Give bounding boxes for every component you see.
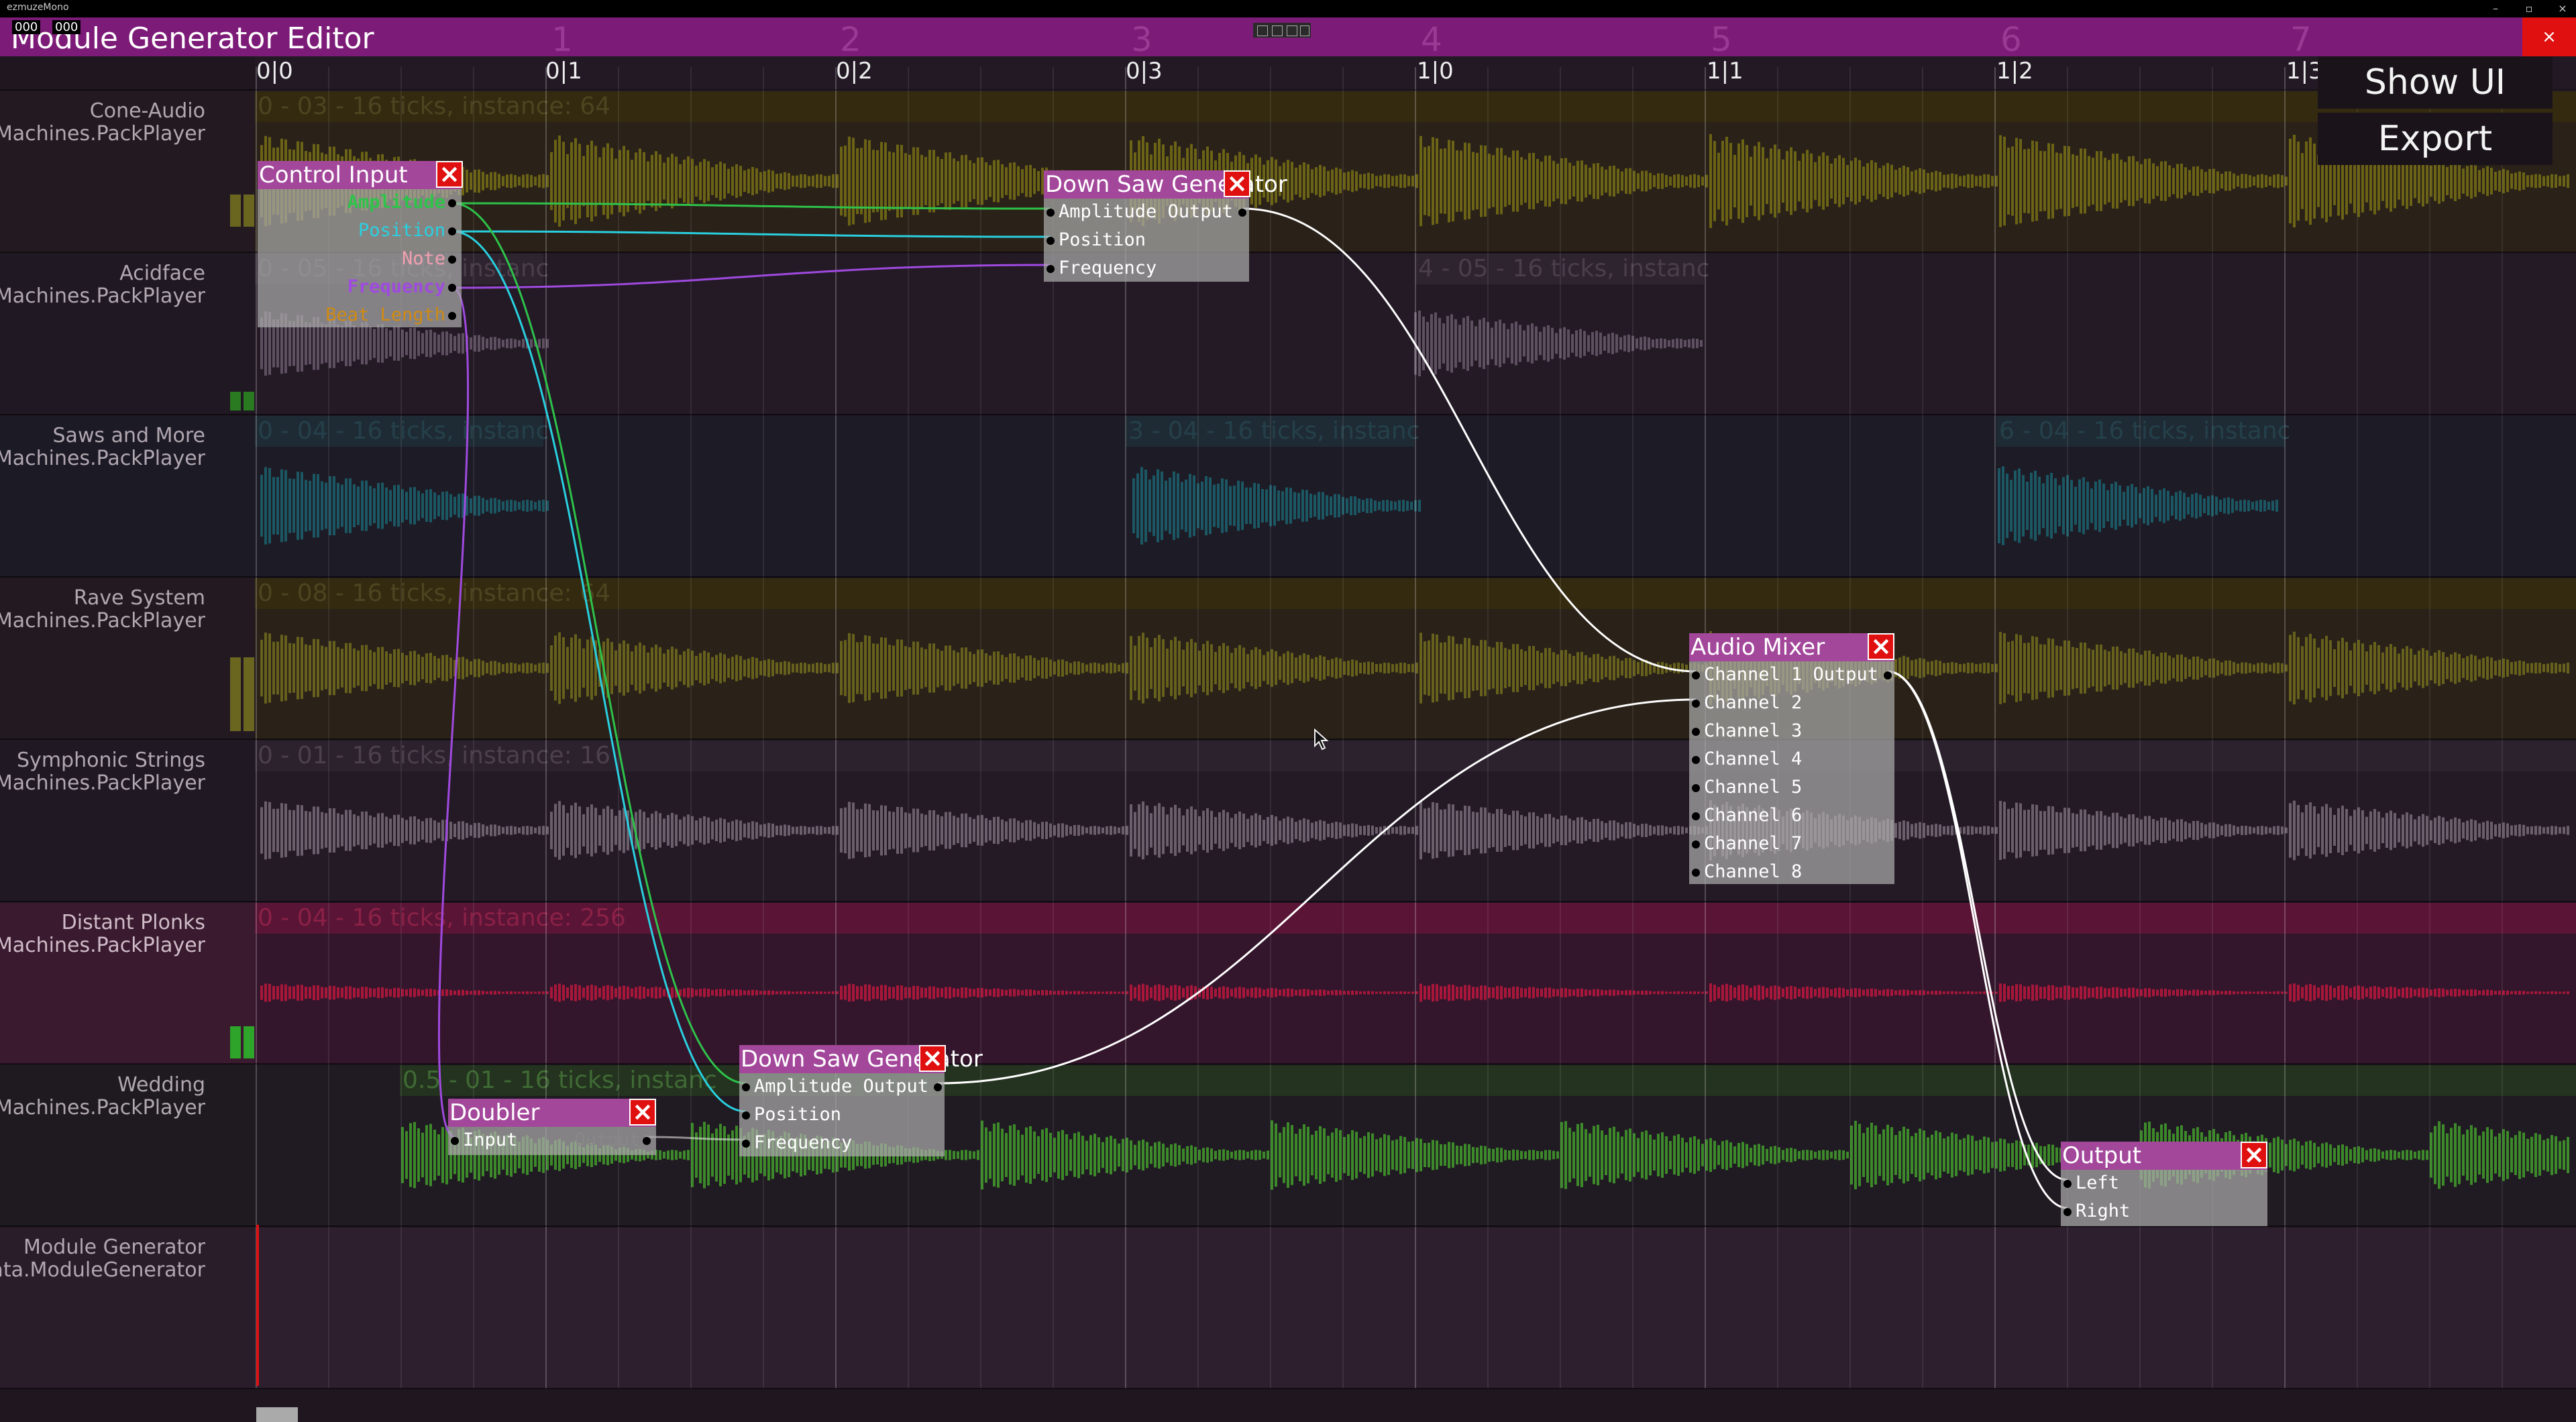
app-window: ezmuzeMono – ▫ × Module Generator Editor…	[0, 0, 2576, 1422]
doubler-node[interactable]: Doubler × Input Output	[448, 1099, 656, 1155]
close-node-icon[interactable]: ×	[919, 1045, 946, 1072]
wire	[451, 202, 1051, 210]
port-input[interactable]: Input	[463, 1130, 517, 1150]
horizontal-scrollbar-thumb[interactable]	[256, 1407, 298, 1422]
input-port-dot[interactable]	[1692, 869, 1700, 877]
input-port-dot[interactable]	[2063, 1180, 2072, 1188]
close-node-icon[interactable]: ×	[1224, 170, 1250, 197]
input-port-dot[interactable]	[1046, 237, 1055, 245]
wire	[451, 202, 747, 1085]
port-left[interactable]: Left	[2076, 1172, 2119, 1193]
down-saw-generator-node[interactable]: Down Saw Generator × Amplitude Position …	[739, 1045, 983, 1156]
input-port-dot[interactable]	[1046, 265, 1055, 273]
port-output[interactable]: Output	[1813, 664, 1878, 685]
port-output[interactable]: Output	[1167, 201, 1233, 222]
port-note[interactable]: Note	[402, 248, 445, 269]
port-beat-length[interactable]: Beat Length	[325, 305, 445, 325]
input-port-dot[interactable]	[2063, 1208, 2072, 1216]
down-saw-generator-node[interactable]: Down Saw Generator × Amplitude Position …	[1044, 170, 1287, 282]
port-right[interactable]: Right	[2076, 1201, 2130, 1221]
output-port-dot[interactable]	[1238, 209, 1246, 217]
input-port-dot[interactable]	[1692, 700, 1700, 708]
port-position[interactable]: Position	[358, 220, 445, 241]
input-port-dot[interactable]	[1692, 756, 1700, 764]
port-output[interactable]: Output	[574, 1130, 640, 1150]
port-position[interactable]: Position	[1059, 229, 1146, 250]
input-port-dot[interactable]	[742, 1111, 750, 1119]
port-frequency[interactable]: Frequency	[754, 1132, 852, 1153]
node-title[interactable]: Control Input	[258, 161, 462, 189]
port-output[interactable]: Output	[863, 1076, 928, 1097]
wire	[1887, 670, 2068, 1209]
input-port-dot[interactable]	[742, 1083, 750, 1091]
port-amplitude[interactable]: Amplitude	[1059, 201, 1157, 222]
input-port-dot[interactable]	[742, 1140, 750, 1148]
node-title[interactable]: Down Saw Generator	[1044, 170, 1287, 199]
input-port-dot[interactable]	[451, 1137, 459, 1145]
wire	[451, 230, 1051, 238]
input-port-dot[interactable]	[1692, 812, 1700, 820]
input-port-dot[interactable]	[1692, 728, 1700, 736]
port-channel-4[interactable]: Channel 4	[1704, 749, 1802, 769]
port-channel-1[interactable]: Channel 1	[1704, 664, 1802, 685]
wire	[937, 698, 1697, 1085]
output-port-dot[interactable]	[643, 1137, 651, 1145]
input-port-dot[interactable]	[1692, 784, 1700, 792]
close-node-icon[interactable]: ×	[1868, 633, 1894, 660]
port-amplitude[interactable]: Amplitude	[347, 192, 445, 213]
port-channel-7[interactable]: Channel 7	[1704, 833, 1802, 854]
wire	[1242, 207, 1697, 673]
control-input-node[interactable]: Control Input × Amplitude Position Note …	[258, 161, 463, 327]
input-port-dot[interactable]	[1692, 840, 1700, 849]
port-position[interactable]: Position	[754, 1104, 841, 1125]
wire	[1887, 670, 2068, 1181]
output-port-dot[interactable]	[448, 284, 456, 292]
output-port-dot[interactable]	[448, 227, 456, 235]
output-node[interactable]: Output × Left Right	[2061, 1142, 2267, 1226]
port-frequency[interactable]: Frequency	[347, 276, 445, 297]
port-amplitude[interactable]: Amplitude	[754, 1076, 852, 1097]
wire	[437, 286, 470, 1138]
port-channel-3[interactable]: Channel 3	[1704, 720, 1802, 741]
output-port-dot[interactable]	[448, 199, 456, 207]
port-channel-2[interactable]: Channel 2	[1704, 692, 1802, 713]
mouse-cursor-icon	[1314, 728, 1329, 751]
playhead[interactable]	[256, 1225, 259, 1386]
output-port-dot[interactable]	[1884, 671, 1892, 679]
close-node-icon[interactable]: ×	[629, 1099, 656, 1126]
input-port-dot[interactable]	[1692, 671, 1700, 679]
output-port-dot[interactable]	[448, 312, 456, 320]
close-node-icon[interactable]: ×	[436, 161, 463, 188]
node-title[interactable]: Doubler	[448, 1099, 656, 1127]
wire	[451, 264, 1051, 289]
node-title[interactable]: Output	[2061, 1142, 2267, 1170]
input-port-dot[interactable]	[1046, 209, 1055, 217]
output-port-dot[interactable]	[934, 1083, 942, 1091]
node-title[interactable]: Down Saw Generator	[739, 1045, 983, 1073]
audio-mixer-node[interactable]: Audio Mixer × Channel 1 Channel 2 Channe…	[1689, 633, 1894, 884]
wire	[645, 1136, 747, 1141]
port-channel-8[interactable]: Channel 8	[1704, 861, 1802, 882]
port-frequency[interactable]: Frequency	[1059, 258, 1157, 278]
wire	[451, 230, 747, 1113]
port-channel-6[interactable]: Channel 6	[1704, 805, 1802, 826]
output-port-dot[interactable]	[448, 256, 456, 264]
port-channel-5[interactable]: Channel 5	[1704, 777, 1802, 798]
node-title[interactable]: Audio Mixer	[1689, 633, 1894, 661]
close-node-icon[interactable]: ×	[2241, 1142, 2267, 1168]
